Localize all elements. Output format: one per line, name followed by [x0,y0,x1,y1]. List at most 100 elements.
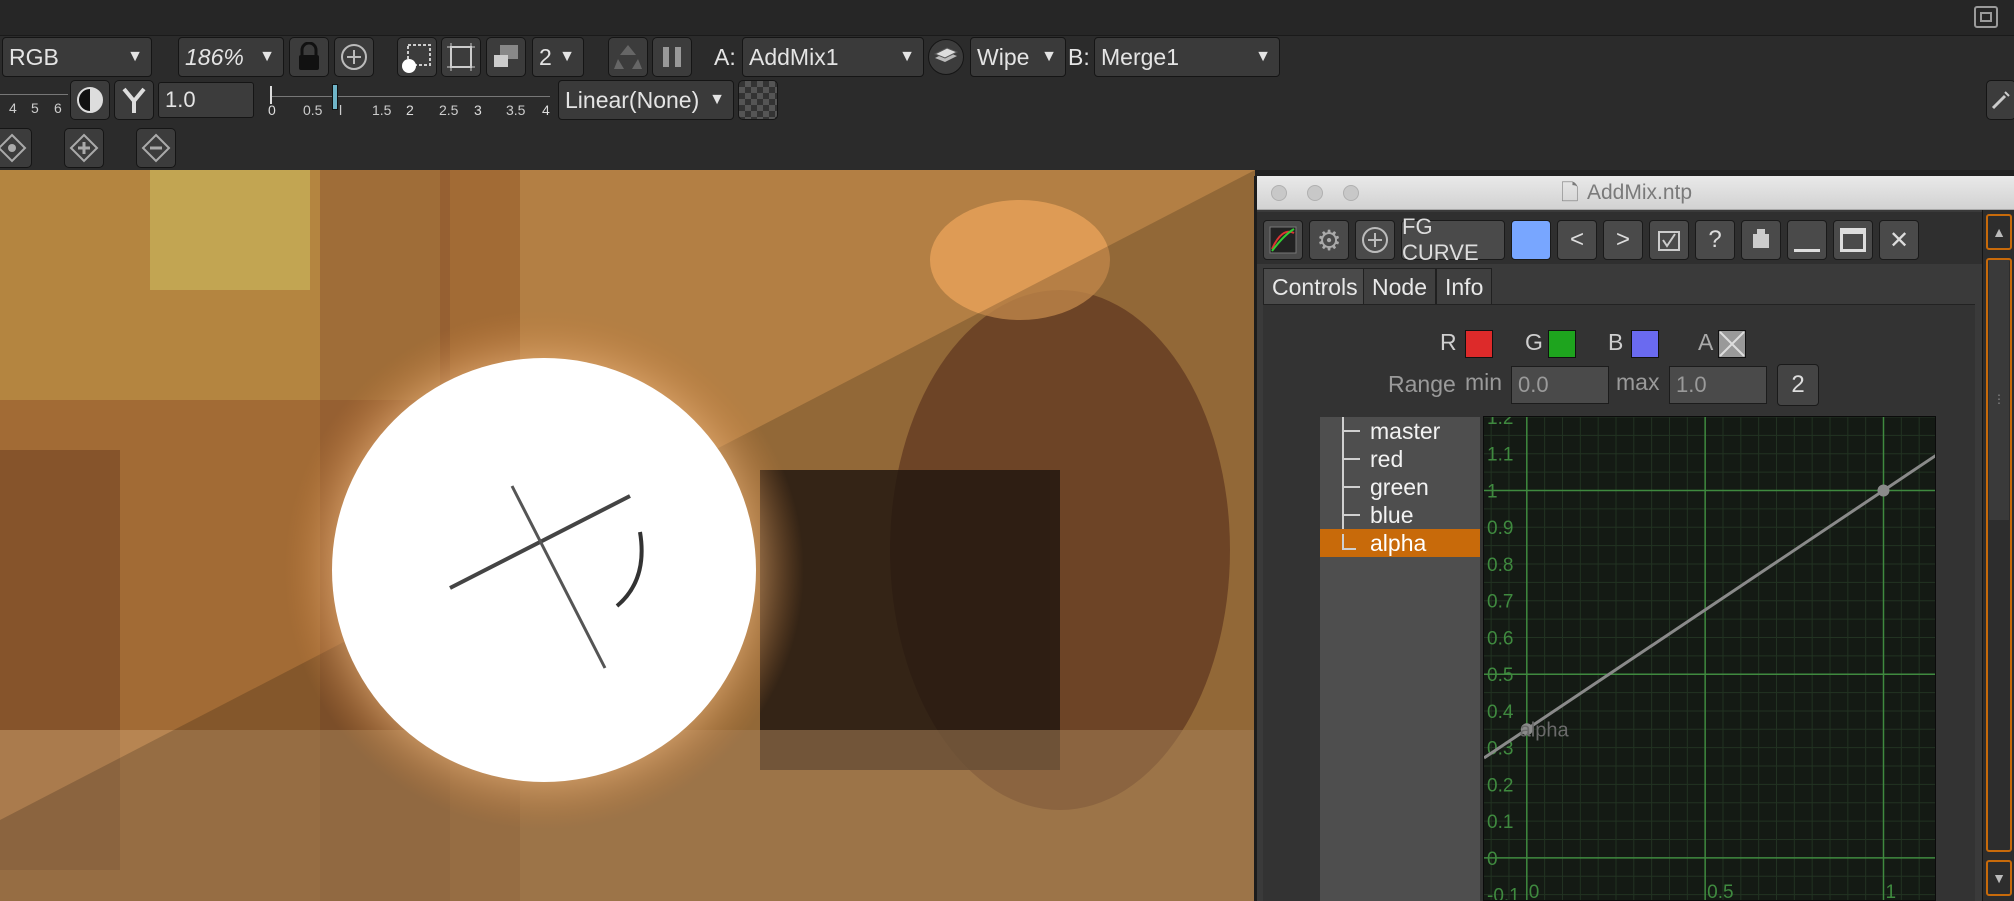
parameter-panel: 🗋 AddMix.ntp ⚙ FG CURVE < > ? ✕ Controls… [1254,176,2014,901]
recycle-icon [614,45,642,69]
wipe-dropdown[interactable]: Wipe ▼ [970,37,1066,77]
range-min-field[interactable]: 0.0 [1511,366,1609,404]
curve-editor-button[interactable] [1263,220,1303,260]
roi-button[interactable] [397,37,437,77]
viewer-image[interactable] [0,170,1255,901]
downrez-dropdown[interactable]: 2 ▼ [532,37,584,77]
colorspace-value: Linear(None) [565,87,700,113]
channel-a-label: A [1698,329,1714,355]
curve-graph[interactable]: -0.1 0 0.1 0.2 0.3 0.4 0.5 0.6 0.7 0.8 0.9 1 1.1 1.2 0… [1483,416,1936,901]
range-max-field[interactable]: 1.0 [1669,366,1767,404]
channel-a-toggle[interactable] [1718,330,1746,358]
tab-node[interactable]: Node [1363,268,1436,304]
channel-b-label: B [1608,329,1624,355]
frame-icon [447,43,475,71]
diamond-remove-icon [141,133,171,163]
revert-button[interactable] [1649,220,1689,260]
curve-color-swatch[interactable] [1511,220,1551,260]
tab-info[interactable]: Info [1436,268,1493,304]
gamma-tick: l [339,102,343,118]
plus-circle-icon [341,44,367,70]
tab-label: Controls [1272,274,1358,300]
fstop-tick: 6 [54,100,62,116]
gamma-tick: 1.5 [372,102,392,118]
curve-plot[interactable]: -0.100.10.20.30.40.50.60.70.80.911.11.20… [1484,417,1936,901]
contrast-icon [77,87,103,113]
proxy-button[interactable] [441,37,481,77]
b-input-dropdown[interactable]: Merge1 ▼ [1094,37,1280,77]
add-button[interactable] [334,37,374,77]
zoom-window-icon[interactable] [1343,185,1359,201]
gamma-button[interactable] [114,80,154,120]
help-button[interactable]: ? [1695,220,1735,260]
chevron-down-icon: ▼ [259,48,275,65]
contrast-button[interactable] [70,80,110,120]
scroll-thumb[interactable] [1989,260,2009,520]
y-tick-label: 1.1 [1487,445,1513,466]
y-tick-label: 0.7 [1487,592,1513,613]
keyframe-prev-button[interactable] [0,128,32,168]
scroll-up-button[interactable]: ▲ [1986,214,2012,250]
channel-r-toggle[interactable] [1465,330,1493,358]
x-tick-label: 1 [1885,882,1896,901]
chevron-down-icon: ▼ [559,48,575,65]
panel-scrollbar[interactable]: ▲ ⋮ ▼ [1982,210,2014,901]
checkerboard-button[interactable] [738,80,778,120]
wand-button[interactable] [1986,80,2014,120]
resize-button[interactable] [486,37,526,77]
gain-value: 1.0 [165,87,196,112]
pin-icon [1753,229,1769,248]
y-tick-label: 0.9 [1487,518,1513,539]
gain-field[interactable]: 1.0 [158,82,254,118]
scroll-track[interactable]: ⋮ [1986,258,2012,852]
keyframe-remove-button[interactable] [136,128,176,168]
curve-item-alpha[interactable]: alpha [1320,529,1480,557]
gamma-slider[interactable]: 0 0.5 l 1.5 2 2.5 3 3.5 4 [258,80,554,120]
range-max-label: max [1616,369,1660,395]
channel-g-toggle[interactable] [1548,330,1576,358]
channel-dropdown[interactable]: RGB ▼ [2,37,152,77]
range-button[interactable]: 2 [1777,364,1819,406]
maximize-icon[interactable] [1974,6,1998,28]
keyframe-add-button[interactable] [64,128,104,168]
b-input-value: Merge1 [1101,44,1179,70]
panel-titlebar[interactable]: 🗋 AddMix.ntp [1257,176,2014,210]
fstop-slider[interactable]: 4 5 6 [0,80,68,120]
curve-item-red[interactable]: red [1320,445,1480,473]
previous-button[interactable]: < [1557,220,1597,260]
a-input-dropdown[interactable]: AddMix1 ▼ [742,37,924,77]
add-parameter-button[interactable] [1355,220,1395,260]
minimize-button[interactable] [1787,220,1827,260]
scroll-down-button[interactable]: ▼ [1986,860,2012,896]
grip-icon: ⋮ [1993,392,2005,406]
zoom-dropdown[interactable]: 186% ▼ [178,37,284,77]
close-window-icon[interactable] [1271,185,1287,201]
colorspace-dropdown[interactable]: Linear(None) ▼ [558,80,734,120]
close-panel-button[interactable]: ✕ [1879,220,1919,260]
curve-item-blue[interactable]: blue [1320,501,1480,529]
channel-b-toggle[interactable] [1631,330,1659,358]
curve-name-button[interactable]: FG CURVE [1401,214,1505,265]
range-min-value: 0.0 [1518,372,1549,397]
curve-item-master[interactable]: master [1320,417,1480,445]
slider-handle[interactable] [332,84,338,110]
cross-icon [1719,331,1745,357]
refresh-button[interactable] [608,37,648,77]
chevron-right-icon: > [1615,226,1630,253]
settings-button[interactable]: ⚙ [1309,220,1349,260]
minimize-window-icon[interactable] [1307,185,1323,201]
float-button[interactable] [1833,220,1873,260]
curve-item-green[interactable]: green [1320,473,1480,501]
next-button[interactable]: > [1603,220,1643,260]
tree-line [1342,534,1344,548]
lock-button[interactable] [289,37,329,77]
composite-mode-button[interactable] [928,39,964,75]
channel-value: RGB [9,44,59,70]
question-icon: ? [1708,226,1722,253]
pause-button[interactable] [652,37,692,77]
pin-button[interactable] [1741,220,1781,260]
document-icon: 🗋 [1561,180,1579,205]
tab-controls[interactable]: Controls [1263,268,1367,304]
gamma-tick: 3.5 [506,102,526,118]
a-input-value: AddMix1 [749,44,839,70]
